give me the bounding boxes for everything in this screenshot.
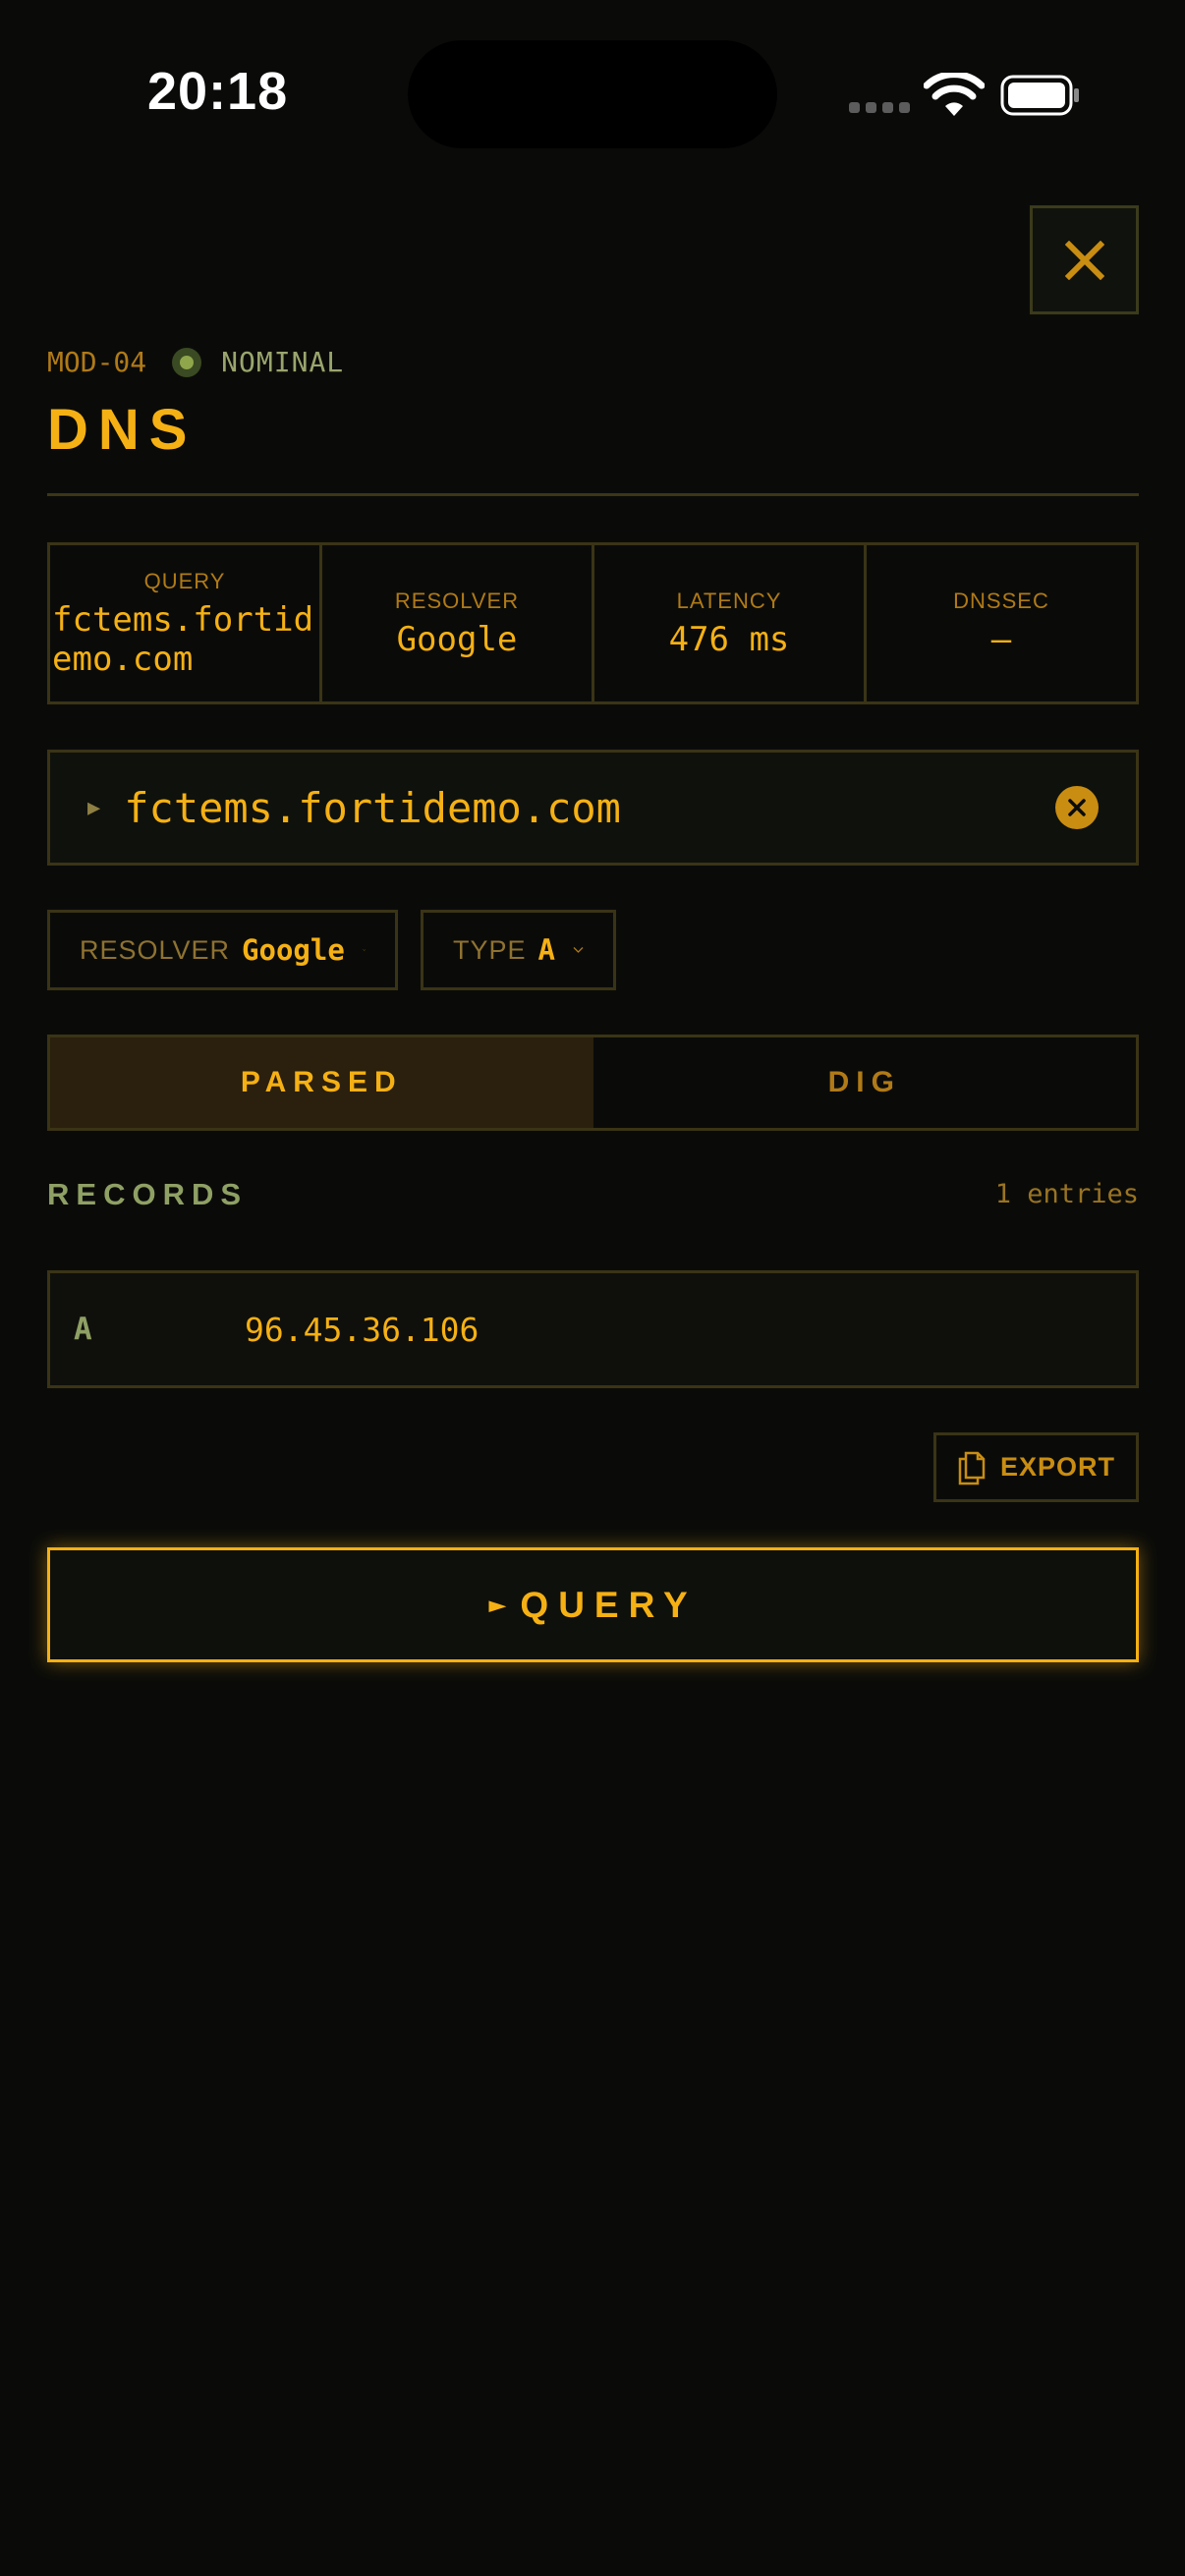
play-prompt-icon: ▶ xyxy=(87,795,101,820)
type-dropdown-value: A xyxy=(537,933,555,967)
records-count: 1 entries xyxy=(994,1179,1139,1209)
stat-value: fctems.fortidemo.com xyxy=(52,599,314,679)
stat-label: RESOLVER xyxy=(394,588,520,613)
resolver-dropdown-value: Google xyxy=(242,933,345,967)
record-type: A xyxy=(74,1312,92,1347)
battery-icon xyxy=(1000,75,1079,116)
stat-label: QUERY xyxy=(143,568,226,593)
export-button[interactable]: EXPORT xyxy=(933,1432,1139,1502)
tab-dig[interactable]: DIG xyxy=(593,1037,1137,1128)
page-title: DNS xyxy=(47,398,198,462)
query-button[interactable]: ► QUERY xyxy=(47,1547,1139,1662)
resolver-dropdown[interactable]: RESOLVER Google xyxy=(47,910,398,990)
stat-value: Google xyxy=(396,619,518,659)
stat-label: DNSSEC xyxy=(953,588,1049,613)
export-label: EXPORT xyxy=(999,1452,1116,1482)
module-id: MOD-04 xyxy=(47,346,147,378)
wifi-icon xyxy=(924,73,985,116)
query-label: QUERY xyxy=(520,1584,698,1625)
cellular-signal-icon xyxy=(849,102,910,113)
stat-label: LATENCY xyxy=(676,588,782,613)
type-dropdown-label: TYPE xyxy=(453,934,527,965)
stat-query: QUERY fctems.fortidemo.com xyxy=(50,545,322,701)
stat-value: 476 ms xyxy=(668,619,790,659)
chevron-down-icon xyxy=(573,947,584,953)
clear-input-button[interactable] xyxy=(1055,786,1099,829)
module-status-row: MOD-04 NOMINAL xyxy=(47,346,344,378)
type-dropdown[interactable]: TYPE A xyxy=(421,910,616,990)
status-indicator-icon xyxy=(172,347,202,377)
domain-input-value[interactable]: fctems.fortidemo.com xyxy=(124,784,1055,832)
status-text: NOMINAL xyxy=(221,346,345,378)
chevron-down-icon xyxy=(362,949,366,951)
header-divider xyxy=(47,493,1139,496)
domain-input[interactable]: ▶ fctems.fortidemo.com xyxy=(47,750,1139,866)
stat-latency: LATENCY 476 ms xyxy=(594,545,867,701)
stat-dnssec: DNSSEC — xyxy=(867,545,1136,701)
close-icon xyxy=(1064,240,1104,280)
stats-panel: QUERY fctems.fortidemo.com RESOLVER Goog… xyxy=(47,542,1139,704)
stat-resolver: RESOLVER Google xyxy=(322,545,594,701)
view-tabs: PARSED DIG xyxy=(47,1035,1139,1131)
records-heading: RECORDS xyxy=(47,1177,249,1211)
record-value: 96.45.36.106 xyxy=(245,1310,480,1349)
play-icon: ► xyxy=(488,1588,507,1622)
resolver-dropdown-label: RESOLVER xyxy=(80,934,231,965)
dynamic-island xyxy=(408,40,777,148)
record-row[interactable]: A 96.45.36.106 xyxy=(47,1270,1139,1388)
copy-icon xyxy=(958,1451,986,1484)
tab-parsed[interactable]: PARSED xyxy=(50,1037,593,1128)
status-time: 20:18 xyxy=(147,62,289,121)
stat-value: — xyxy=(990,619,1012,659)
clear-icon xyxy=(1068,799,1086,816)
close-button[interactable] xyxy=(1030,205,1139,314)
